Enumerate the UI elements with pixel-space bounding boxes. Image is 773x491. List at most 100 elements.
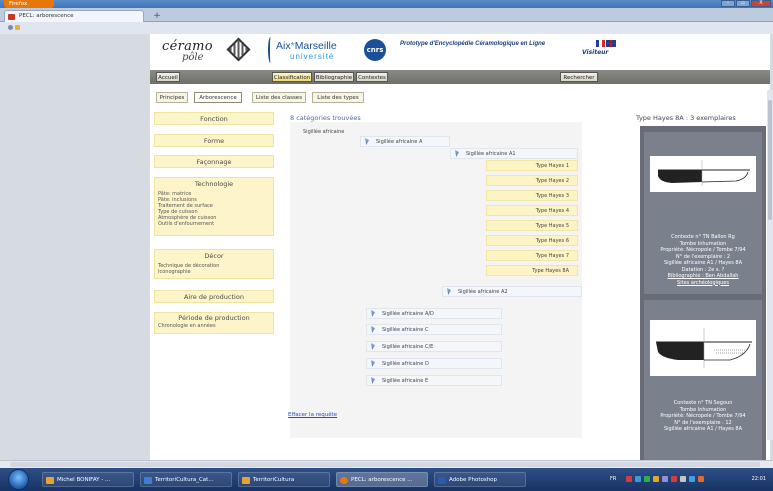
tree-node[interactable]: Sigillée africaine A [360, 136, 450, 147]
menu-bibliographie[interactable]: Bibliographie [314, 72, 354, 82]
folder-icon [242, 477, 250, 484]
results-count: 8 catégories trouvées [290, 114, 361, 122]
main-menu: Accueil Classification Bibliographie Con… [150, 70, 770, 84]
tree-node-root[interactable]: Sigillée africaine [298, 126, 358, 137]
subnav-arborescence[interactable]: Arborescence [194, 92, 242, 103]
taskbar-item[interactable]: Adobe Photoshop [434, 472, 526, 487]
classification-subnav: Principes Arborescence Liste des classes… [150, 90, 630, 104]
browser-navbar [0, 22, 773, 34]
horizontal-scrollbar[interactable] [0, 460, 773, 468]
facet-technologie: Technologie Pâte: matrice Pâte: inclusio… [154, 177, 274, 236]
firefox-icon [340, 477, 348, 484]
type-node[interactable]: Type Hayes 7 [486, 250, 578, 261]
hscroll-thumb[interactable] [10, 462, 760, 467]
tray-icon[interactable] [644, 476, 650, 482]
menu-contextes[interactable]: Contextes [356, 72, 388, 82]
diamond-logo-icon [226, 37, 251, 62]
type-node[interactable]: Type Hayes 5 [486, 220, 578, 231]
type-node[interactable]: Type Hayes 2 [486, 175, 578, 186]
clear-query-link[interactable]: Effacer la requête [288, 412, 337, 418]
menu-rechercher[interactable]: Rechercher [560, 72, 598, 82]
tree-node-label: Sigillée africaine A2 [458, 289, 508, 295]
favicon-icon [8, 14, 15, 20]
page-content: céramo pôle Aix*Marseille université cnr… [150, 34, 770, 460]
language-flags[interactable] [596, 40, 616, 47]
start-button[interactable] [8, 469, 29, 490]
type-node[interactable]: Type Hayes 3 [486, 190, 578, 201]
taskbar-item-active[interactable]: PECL: arborescence ... [336, 472, 428, 487]
amu-name: Aix*Marseille [276, 40, 337, 52]
facet-title: Aire de production [184, 293, 244, 301]
tray-icon[interactable] [626, 476, 632, 482]
new-tab-button[interactable]: + [150, 11, 164, 22]
facet-faconnage[interactable]: Façonnage [154, 155, 274, 168]
tray-icon[interactable] [671, 476, 677, 482]
aix-marseille-logo[interactable]: Aix*Marseille université [268, 37, 348, 65]
pin-icon [371, 310, 375, 317]
taskbar-item[interactable]: Michel BONIFAY - ... [42, 472, 134, 487]
facet-item[interactable]: Chronologie en années [155, 323, 273, 329]
menu-accueil[interactable]: Accueil [156, 72, 180, 82]
photoshop-icon [438, 477, 446, 484]
tree-node[interactable]: Sigillée africaine E [366, 375, 502, 386]
facet-fonction[interactable]: Fonction [154, 112, 274, 125]
facet-aire-production[interactable]: Aire de production [154, 290, 274, 303]
vessel-profile-image[interactable] [650, 320, 756, 376]
tree-node[interactable]: Sigillée africaine C/E [366, 341, 502, 352]
vessel-profile-image[interactable] [650, 156, 756, 192]
amu-bracket-icon [268, 37, 273, 63]
tray-icon[interactable] [635, 476, 641, 482]
type-node[interactable]: Type Hayes 6 [486, 235, 578, 246]
tray-icon[interactable] [698, 476, 704, 482]
facet-title: Façonnage [196, 158, 232, 166]
ceramopole-logo[interactable]: céramo pôle [160, 38, 214, 64]
tree-node[interactable]: Sigillée africaine A1 [450, 148, 578, 159]
tree-node[interactable]: Sigillée africaine A2 [442, 286, 582, 297]
tray-icon[interactable] [662, 476, 668, 482]
cnrs-logo[interactable]: cnrs [364, 39, 386, 61]
tree-node[interactable]: Sigillée africaine D [366, 358, 502, 369]
taskbar-item[interactable]: TerritoriCultura [238, 472, 330, 487]
clock[interactable]: 22:01 [752, 472, 766, 487]
facet-title: Période de production [178, 314, 250, 322]
maximize-button[interactable]: ▫ [736, 0, 750, 7]
example-card[interactable]: Contexte n° TN Ballon Rg Tombe Inhumatio… [644, 132, 762, 294]
facet-title: Technologie [194, 180, 234, 188]
tree-node[interactable]: Sigillée africaine A/D [366, 308, 502, 319]
taskbar-item[interactable]: TerritoriCultura_Cat... [140, 472, 232, 487]
eye-icon[interactable] [8, 25, 13, 30]
firefox-menu-button[interactable]: Firefox [4, 0, 54, 8]
close-window-button[interactable]: X [751, 0, 771, 7]
language-indicator[interactable]: FR [610, 476, 616, 482]
browser-tab[interactable]: PECL: arborescence [4, 10, 144, 22]
network-icon[interactable] [689, 476, 695, 482]
type-node[interactable]: Type Hayes 1 [486, 160, 578, 171]
example-card[interactable]: Contexte n° TN Segoun Tombe Inhumation P… [644, 300, 762, 460]
facet-item[interactable]: Outils d'enfournement [155, 221, 273, 227]
example-card-text: Contexte n° TN Segoun Tombe Inhumation P… [660, 400, 746, 432]
subnav-liste-types[interactable]: Liste des types [312, 92, 364, 103]
subnav-liste-classes[interactable]: Liste des classes [252, 92, 306, 103]
facet-title: Décor [204, 252, 224, 260]
type-node[interactable]: Type Hayes 4 [486, 205, 578, 216]
vessel-profile-drawing [658, 160, 750, 186]
vertical-scrollbar[interactable] [767, 90, 773, 440]
tree-node-label: Sigillée africaine C [382, 327, 429, 333]
flag-uk-icon[interactable] [606, 40, 616, 47]
tray-icon[interactable] [653, 476, 659, 482]
scrollbar-thumb[interactable] [768, 100, 772, 220]
tab-title: PECL: arborescence [19, 13, 74, 19]
pencil-icon[interactable] [15, 25, 20, 30]
minimize-button[interactable]: – [721, 0, 735, 7]
facet-forme[interactable]: Forme [154, 134, 274, 147]
subnav-principes[interactable]: Principes [156, 92, 188, 103]
tree-node-label: Sigillée africaine C/E [382, 344, 434, 350]
tree-node[interactable]: Sigillée africaine C [366, 324, 502, 335]
volume-icon[interactable] [680, 476, 686, 482]
menu-classification[interactable]: Classification [272, 72, 312, 82]
tree-node-label: Sigillée africaine D [382, 361, 429, 367]
facet-item[interactable]: Iconographie [155, 269, 273, 275]
type-node[interactable]: Type Hayes 8A [486, 265, 578, 276]
sites-link[interactable]: Sites archéologiques [644, 280, 762, 287]
page-left-gutter [0, 34, 150, 460]
